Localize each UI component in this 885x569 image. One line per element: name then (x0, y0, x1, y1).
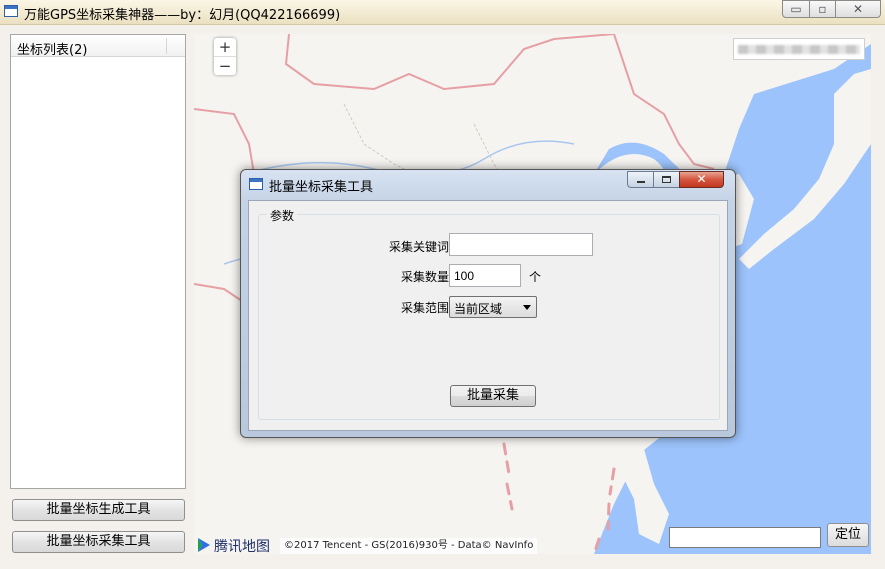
range-selected-value: 当前区域 (454, 302, 503, 316)
close-icon: ✕ (696, 172, 707, 186)
minimize-button[interactable]: ▭ (782, 0, 810, 18)
parameters-group: 参数 采集关键词 采集数量 个 采集范围 当前区域 批量采集 (258, 207, 720, 420)
maximize-icon: ▫ (818, 2, 827, 16)
count-unit: 个 (529, 270, 542, 284)
keyword-label: 采集关键词 (389, 240, 450, 254)
minimize-icon (637, 181, 645, 183)
list-header[interactable]: 坐标列表(2) (11, 35, 185, 58)
dialog-title: 批量坐标采集工具 (269, 180, 374, 195)
zoom-out-button[interactable]: − (214, 57, 236, 75)
zoom-in-button[interactable]: + (214, 38, 236, 57)
chevron-down-icon (523, 305, 531, 310)
close-icon: ✕ (852, 2, 864, 16)
range-select[interactable]: 当前区域 (449, 296, 537, 318)
dialog-close-button[interactable]: ✕ (679, 171, 724, 188)
count-input[interactable] (449, 264, 521, 287)
dialog-maximize-button[interactable] (653, 171, 680, 188)
map-copyright: ©2017 Tencent - GS(2016)930号 - Data© Nav… (280, 538, 538, 554)
dialog-minimize-button[interactable] (627, 171, 654, 188)
count-label: 采集数量 (401, 270, 450, 284)
window-icon (4, 5, 18, 17)
tencent-map-logo-icon (198, 538, 210, 552)
group-label: 参数 (267, 207, 298, 224)
minimize-icon: ▭ (790, 2, 802, 16)
keyword-input[interactable] (449, 233, 593, 256)
batch-collect-button[interactable]: 批量坐标采集工具 (12, 531, 185, 553)
column-divider[interactable] (166, 38, 167, 54)
dialog-body: 参数 采集关键词 采集数量 个 采集范围 当前区域 批量采集 (248, 200, 728, 431)
window-title: 万能GPS坐标采集神器——by：幻月(QQ422166699) (24, 8, 341, 23)
close-button[interactable]: ✕ (835, 0, 881, 18)
batch-collect-dialog: 批量坐标采集工具 ✕ 参数 采集关键词 采集数量 个 采集范围 当前区域 批量采… (240, 169, 736, 438)
batch-generate-button[interactable]: 批量坐标生成工具 (12, 499, 185, 521)
dialog-window-icon (249, 178, 263, 190)
locate-input[interactable] (669, 527, 821, 548)
range-label: 采集范围 (401, 301, 450, 315)
maximize-button[interactable]: ▫ (809, 0, 836, 18)
batch-collect-submit-button[interactable]: 批量采集 (450, 385, 536, 407)
zoom-control: + − (214, 38, 236, 75)
maximize-icon (662, 176, 671, 183)
blurred-content (738, 45, 860, 54)
locate-button[interactable]: 定位 (827, 523, 869, 547)
title-bar: 万能GPS坐标采集神器——by：幻月(QQ422166699) ▭ ▫ ✕ (0, 0, 885, 25)
coordinate-list[interactable]: 坐标列表(2) (10, 34, 186, 489)
map-search-box[interactable] (733, 38, 865, 60)
list-header-label: 坐标列表(2) (17, 43, 88, 58)
logo-text: 腾讯地图 (214, 539, 270, 554)
